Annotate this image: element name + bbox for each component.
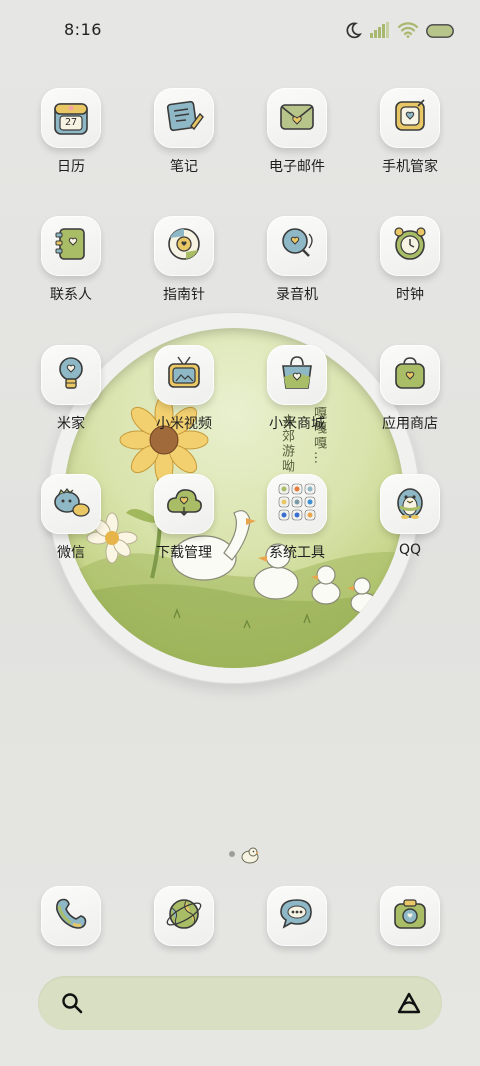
app-phone-manager[interactable]: 手机管家 xyxy=(355,88,465,198)
dock-tile[interactable] xyxy=(154,886,214,946)
app-label: 应用商店 xyxy=(382,416,438,432)
mail-icon xyxy=(277,96,317,140)
signal-icon xyxy=(370,22,390,42)
app-mi-video[interactable]: 小米视频 xyxy=(129,345,239,455)
wifi-icon xyxy=(397,22,419,42)
app-label: 下载管理 xyxy=(156,545,212,561)
app-label: 手机管家 xyxy=(382,159,438,175)
app-tile[interactable] xyxy=(380,216,440,276)
dock-browser[interactable] xyxy=(154,886,214,946)
status-icons xyxy=(344,22,454,42)
app-label: 笔记 xyxy=(170,159,198,175)
calendar-date: 27 xyxy=(64,117,78,128)
app-label: 日历 xyxy=(57,159,85,175)
assistant-icon[interactable] xyxy=(396,991,422,1019)
contacts-icon xyxy=(51,224,91,268)
app-tile[interactable] xyxy=(380,474,440,534)
duck-page-icon[interactable] xyxy=(240,846,260,868)
page-indicator[interactable] xyxy=(0,846,480,864)
dock-camera[interactable] xyxy=(380,886,440,946)
app-tile[interactable] xyxy=(380,345,440,405)
app-qq[interactable]: QQ xyxy=(355,474,465,584)
app-email[interactable]: 电子邮件 xyxy=(242,88,352,198)
app-contacts[interactable]: 联系人 xyxy=(16,216,126,326)
mijia-bulb-icon xyxy=(51,353,91,397)
app-recorder[interactable]: 录音机 xyxy=(242,216,352,326)
app-label: 时钟 xyxy=(396,287,424,303)
app-tile[interactable] xyxy=(267,345,327,405)
penguin-icon xyxy=(390,482,430,526)
app-tile[interactable] xyxy=(267,88,327,148)
app-compass[interactable]: 指南针 xyxy=(129,216,239,326)
compass-icon xyxy=(164,224,204,268)
app-tile[interactable] xyxy=(380,88,440,148)
app-mijia[interactable]: 米家 xyxy=(16,345,126,455)
notes-icon xyxy=(164,96,204,140)
app-label: 系统工具 xyxy=(269,545,325,561)
download-cloud-icon xyxy=(164,482,204,526)
app-app-store[interactable]: 应用商店 xyxy=(355,345,465,455)
dock-phone[interactable] xyxy=(41,886,101,946)
phone-manager-icon xyxy=(390,96,430,140)
app-clock[interactable]: 时钟 xyxy=(355,216,465,326)
app-label: 米家 xyxy=(57,416,85,432)
messages-bubble-icon xyxy=(277,894,317,938)
wechat-dino-icon xyxy=(51,482,91,526)
recorder-icon xyxy=(277,224,317,268)
app-tile[interactable] xyxy=(267,216,327,276)
app-label: 电子邮件 xyxy=(269,159,325,175)
app-notes[interactable]: 笔记 xyxy=(129,88,239,198)
app-label: 录音机 xyxy=(276,287,318,303)
dock-tile[interactable] xyxy=(41,886,101,946)
app-label: 小米视频 xyxy=(156,416,212,432)
app-tile[interactable] xyxy=(154,88,214,148)
app-calendar[interactable]: 27 日历 xyxy=(16,88,126,198)
dock-tile[interactable] xyxy=(380,886,440,946)
app-tile[interactable] xyxy=(154,474,214,534)
moon-icon xyxy=(344,21,363,43)
camera-icon xyxy=(390,894,430,938)
page-dot[interactable] xyxy=(229,851,235,857)
folder-icon xyxy=(276,481,318,527)
app-tile[interactable] xyxy=(41,474,101,534)
browser-globe-icon xyxy=(164,894,204,938)
clock-icon xyxy=(390,224,430,268)
battery-icon xyxy=(426,23,454,42)
app-tile[interactable]: 27 xyxy=(41,88,101,148)
app-label: 微信 xyxy=(57,545,85,561)
status-bar: 8:16 xyxy=(0,0,480,62)
calendar-icon: 27 xyxy=(51,98,91,138)
app-system-tools-folder[interactable]: 系统工具 xyxy=(242,474,352,584)
app-label: 联系人 xyxy=(50,287,92,303)
app-tile[interactable] xyxy=(154,345,214,405)
app-tile[interactable] xyxy=(154,216,214,276)
app-download-manager[interactable]: 下载管理 xyxy=(129,474,239,584)
app-tile[interactable] xyxy=(41,345,101,405)
shopping-bag-icon xyxy=(277,353,317,397)
app-label: 小米商城 xyxy=(269,416,325,432)
phone-icon xyxy=(51,894,91,938)
search-icon[interactable] xyxy=(60,991,84,1019)
app-tile[interactable] xyxy=(267,474,327,534)
tv-icon xyxy=(164,353,204,397)
status-time: 8:16 xyxy=(64,20,102,39)
search-bar[interactable] xyxy=(38,976,442,1030)
app-tile[interactable] xyxy=(41,216,101,276)
app-label: 指南针 xyxy=(163,287,205,303)
app-mi-store[interactable]: 小米商城 xyxy=(242,345,352,455)
dock-messages[interactable] xyxy=(267,886,327,946)
app-wechat[interactable]: 微信 xyxy=(16,474,126,584)
app-store-bag-icon xyxy=(390,353,430,397)
dock-tile[interactable] xyxy=(267,886,327,946)
app-label: QQ xyxy=(398,542,422,558)
